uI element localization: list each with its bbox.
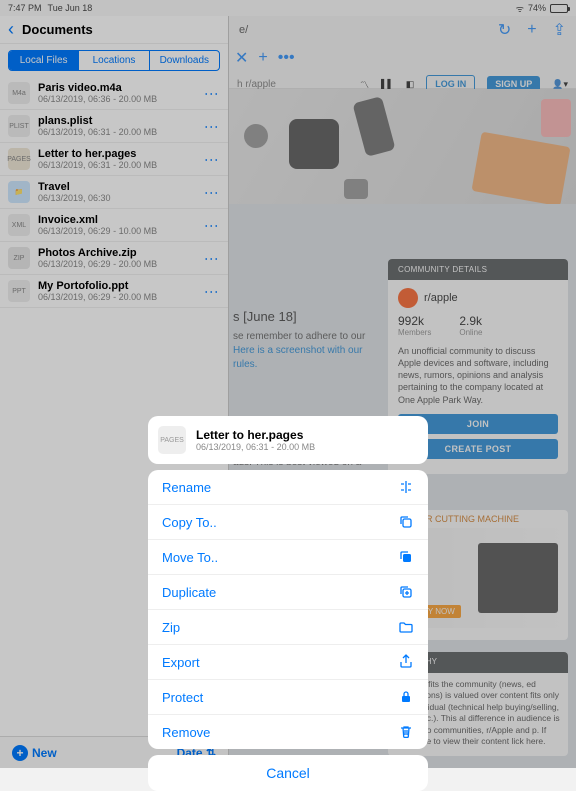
- rename-icon: [398, 479, 414, 495]
- duplicate-icon: [398, 584, 414, 600]
- copy-action[interactable]: Copy To..: [148, 505, 428, 540]
- more-icon[interactable]: ⋮: [204, 87, 220, 99]
- more-icon[interactable]: ⋮: [204, 252, 220, 264]
- file-row[interactable]: M4aParis video.m4a06/13/2019, 06:36 - 20…: [0, 77, 228, 110]
- file-icon: ZIP: [8, 247, 30, 269]
- more-icon[interactable]: ⋮: [204, 285, 220, 297]
- file-icon: PLIST: [8, 115, 30, 137]
- more-icon[interactable]: ⋮: [204, 186, 220, 198]
- back-icon[interactable]: ‹: [8, 19, 14, 40]
- more-icon[interactable]: ⋮: [204, 219, 220, 231]
- remove-action[interactable]: Remove: [148, 715, 428, 749]
- panel-title: Documents: [22, 22, 93, 37]
- more-icon[interactable]: ⋮: [204, 153, 220, 165]
- sheet-file-name: Letter to her.pages: [196, 428, 315, 442]
- move-action[interactable]: Move To..: [148, 540, 428, 575]
- rename-action[interactable]: Rename: [148, 470, 428, 505]
- more-icon[interactable]: ⋮: [204, 120, 220, 132]
- tab-locations[interactable]: Locations: [78, 51, 148, 70]
- action-sheet: PAGES Letter to her.pages 06/13/2019, 06…: [148, 416, 428, 791]
- action-list: Rename Copy To.. Move To.. Duplicate Zip…: [148, 470, 428, 749]
- file-icon: PAGES: [158, 426, 186, 454]
- file-icon: XML: [8, 214, 30, 236]
- file-row[interactable]: PPTMy Portofolio.ppt06/13/2019, 06:29 - …: [0, 275, 228, 308]
- tab-local-files[interactable]: Local Files: [9, 51, 78, 70]
- file-row[interactable]: PAGESLetter to her.pages06/13/2019, 06:3…: [0, 143, 228, 176]
- file-row[interactable]: PLISTplans.plist06/13/2019, 06:31 - 20.0…: [0, 110, 228, 143]
- trash-icon: [398, 724, 414, 740]
- file-row[interactable]: XMLInvoice.xml06/13/2019, 06:29 - 10.00 …: [0, 209, 228, 242]
- tab-downloads[interactable]: Downloads: [149, 51, 219, 70]
- folder-icon: [398, 619, 414, 635]
- copy-icon: [398, 514, 414, 530]
- folder-icon: 📁: [8, 181, 30, 203]
- file-icon: M4a: [8, 82, 30, 104]
- protect-action[interactable]: Protect: [148, 680, 428, 715]
- file-row[interactable]: 📁Travel06/13/2019, 06:30⋮: [0, 176, 228, 209]
- file-row[interactable]: ZIPPhotos Archive.zip06/13/2019, 06:29 -…: [0, 242, 228, 275]
- file-list: M4aParis video.m4a06/13/2019, 06:36 - 20…: [0, 77, 228, 308]
- sheet-header: PAGES Letter to her.pages 06/13/2019, 06…: [148, 416, 428, 464]
- export-icon: [398, 654, 414, 670]
- file-icon: PPT: [8, 280, 30, 302]
- new-button[interactable]: +New: [12, 745, 57, 761]
- segmented-control[interactable]: Local Files Locations Downloads: [8, 50, 220, 71]
- lock-icon: [398, 689, 414, 705]
- cancel-button[interactable]: Cancel: [148, 755, 428, 791]
- duplicate-action[interactable]: Duplicate: [148, 575, 428, 610]
- export-action[interactable]: Export: [148, 645, 428, 680]
- move-icon: [398, 549, 414, 565]
- zip-action[interactable]: Zip: [148, 610, 428, 645]
- file-icon: PAGES: [8, 148, 30, 170]
- sheet-file-meta: 06/13/2019, 06:31 - 20.00 MB: [196, 442, 315, 452]
